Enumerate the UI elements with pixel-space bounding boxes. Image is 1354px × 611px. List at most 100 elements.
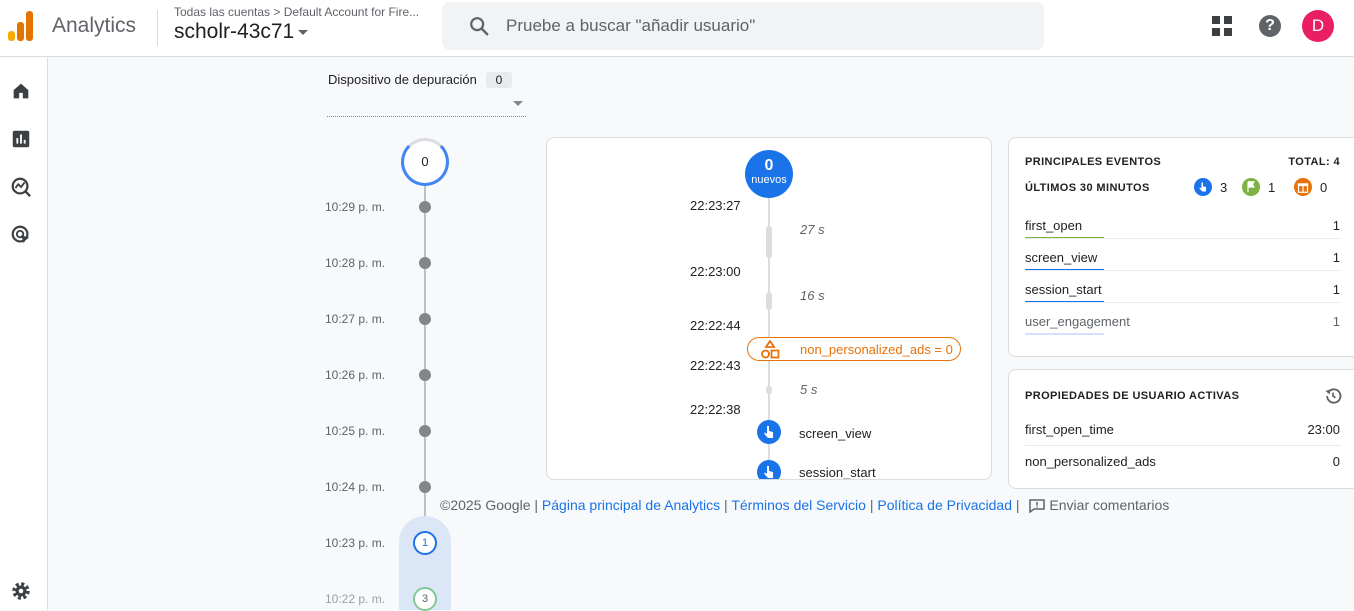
home-icon[interactable] bbox=[10, 80, 32, 102]
event-row-name[interactable]: user_engagement bbox=[1025, 314, 1130, 329]
ad-event-label: non_personalized_ads = 0 bbox=[800, 342, 953, 357]
settings-icon[interactable] bbox=[10, 580, 32, 602]
left-navigation bbox=[0, 58, 48, 610]
error-count: 0 bbox=[1320, 180, 1328, 195]
touch-icon[interactable] bbox=[757, 420, 781, 444]
reports-icon[interactable] bbox=[10, 128, 32, 150]
feedback-icon bbox=[1029, 499, 1046, 514]
new-events-count: 0 bbox=[764, 157, 774, 174]
page-footer: ©2025 Google | Página principal de Analy… bbox=[440, 497, 1170, 514]
event-name[interactable]: screen_view bbox=[799, 426, 871, 441]
minute-label: 10:25 p. m. bbox=[325, 424, 386, 438]
time-gap: 16 s bbox=[800, 288, 825, 303]
conversion-count: 3 bbox=[1220, 180, 1228, 195]
event-row-name[interactable]: session_start bbox=[1025, 282, 1102, 297]
timestamp: 22:22:44 bbox=[690, 318, 741, 333]
debug-device-dropdown[interactable] bbox=[327, 116, 526, 117]
event-row-name[interactable]: screen_view bbox=[1025, 250, 1097, 265]
apps-grid-icon[interactable] bbox=[1212, 16, 1232, 36]
debug-device-count: 0 bbox=[486, 72, 512, 88]
minute-label: 10:29 p. m. bbox=[325, 200, 386, 214]
top-events-total: TOTAL: 4 bbox=[1288, 156, 1340, 168]
minutes-total-count: 0 bbox=[401, 138, 449, 186]
user-property-name[interactable]: first_open_time bbox=[1025, 422, 1114, 437]
account-avatar[interactable]: D bbox=[1302, 10, 1334, 42]
minute-dot[interactable] bbox=[419, 481, 431, 493]
minute-label: 10:28 p. m. bbox=[325, 256, 386, 270]
breadcrumb[interactable]: Todas las cuentas > Default Account for … bbox=[174, 5, 436, 19]
footer-separator: | bbox=[724, 497, 728, 513]
new-events-bubble[interactable]: 0 nuevos bbox=[745, 150, 793, 198]
minute-event-badge[interactable]: 1 bbox=[413, 531, 437, 555]
minute-dot[interactable] bbox=[419, 313, 431, 325]
shapes-icon bbox=[761, 340, 780, 359]
new-events-label: nuevos bbox=[751, 174, 787, 186]
property-selector[interactable]: scholr-43c71 bbox=[174, 20, 309, 44]
send-feedback-label: Enviar comentarios bbox=[1049, 497, 1170, 513]
touch-icon[interactable] bbox=[757, 460, 781, 479]
copyright: ©2025 Google bbox=[440, 497, 531, 513]
chevron-down-icon[interactable] bbox=[513, 101, 523, 106]
divider bbox=[1025, 238, 1341, 239]
user-property-value: 0 bbox=[1332, 454, 1340, 469]
event-row-count: 1 bbox=[1332, 218, 1340, 233]
analytics-logo-icon[interactable] bbox=[8, 11, 34, 41]
footer-separator: | bbox=[534, 497, 539, 513]
divider bbox=[1025, 445, 1341, 446]
seconds-stream-card: 0 nuevos 22:23:27 27 s 22:23:00 16 s 22:… bbox=[546, 137, 992, 480]
event-row-name[interactable]: first_open bbox=[1025, 218, 1082, 233]
timestamp: 22:22:43 bbox=[690, 358, 741, 373]
divider bbox=[1025, 270, 1341, 271]
top-events-subtitle: ÚLTIMOS 30 MINUTOS bbox=[1025, 182, 1150, 194]
event-row-count: 1 bbox=[1332, 282, 1340, 297]
debug-device-label: Dispositivo de depuración bbox=[328, 72, 477, 87]
history-icon[interactable] bbox=[1323, 386, 1343, 406]
search-icon bbox=[470, 17, 489, 36]
minute-label: 10:26 p. m. bbox=[325, 368, 386, 382]
timestamp: 22:22:38 bbox=[690, 402, 741, 417]
gift-icon bbox=[1294, 178, 1312, 196]
chevron-down-icon bbox=[298, 29, 309, 35]
key-event-count: 1 bbox=[1268, 180, 1276, 195]
minute-label: 10:24 p. m. bbox=[325, 480, 386, 494]
search-input[interactable] bbox=[506, 13, 1026, 39]
gap-bar bbox=[766, 292, 772, 310]
user-properties-title: PROPIEDADES DE USUARIO ACTIVAS bbox=[1025, 390, 1240, 402]
footer-separator: | bbox=[869, 497, 874, 513]
event-color-bar bbox=[1025, 333, 1104, 335]
privacy-link[interactable]: Política de Privacidad bbox=[877, 497, 1012, 513]
event-name[interactable]: session_start bbox=[799, 465, 876, 479]
divider bbox=[1025, 302, 1341, 303]
touch-icon bbox=[1194, 178, 1212, 196]
user-property-name[interactable]: non_personalized_ads bbox=[1025, 454, 1156, 469]
divider bbox=[157, 10, 158, 46]
time-gap: 27 s bbox=[800, 222, 825, 237]
terms-link[interactable]: Términos del Servicio bbox=[731, 497, 866, 513]
minute-dot[interactable] bbox=[419, 369, 431, 381]
time-gap: 5 s bbox=[800, 382, 818, 397]
minute-event-badge[interactable]: 3 bbox=[413, 587, 437, 611]
user-properties-card: PROPIEDADES DE USUARIO ACTIVAS first_ope… bbox=[1008, 369, 1354, 489]
minute-dot[interactable] bbox=[419, 425, 431, 437]
top-events-title: PRINCIPALES EVENTOS bbox=[1025, 156, 1162, 168]
gap-bar bbox=[766, 386, 772, 394]
analytics-home-link[interactable]: Página principal de Analytics bbox=[542, 497, 720, 513]
minute-label: 10:27 p. m. bbox=[325, 312, 386, 326]
footer-separator: | bbox=[1015, 497, 1020, 513]
gap-bar bbox=[766, 226, 772, 258]
send-feedback-button[interactable]: Enviar comentarios bbox=[1023, 497, 1170, 514]
non-personalized-ads-event[interactable]: non_personalized_ads = 0 bbox=[747, 337, 961, 361]
top-events-card: PRINCIPALES EVENTOS TOTAL: 4 ÚLTIMOS 30 … bbox=[1008, 137, 1354, 357]
advertising-icon[interactable] bbox=[10, 224, 32, 246]
minute-label: 10:22 p. m. bbox=[325, 592, 386, 606]
minute-dot[interactable] bbox=[419, 201, 431, 213]
minute-dot[interactable] bbox=[419, 257, 431, 269]
explore-icon[interactable] bbox=[10, 176, 32, 198]
search-bar[interactable] bbox=[442, 2, 1044, 50]
user-property-value: 23:00 bbox=[1307, 422, 1340, 437]
app-name[interactable]: Analytics bbox=[52, 14, 136, 38]
flag-icon bbox=[1242, 178, 1260, 196]
top-app-bar: Analytics Todas las cuentas > Default Ac… bbox=[0, 0, 1354, 57]
help-icon[interactable]: ? bbox=[1259, 15, 1281, 37]
minute-label: 10:23 p. m. bbox=[325, 536, 386, 550]
